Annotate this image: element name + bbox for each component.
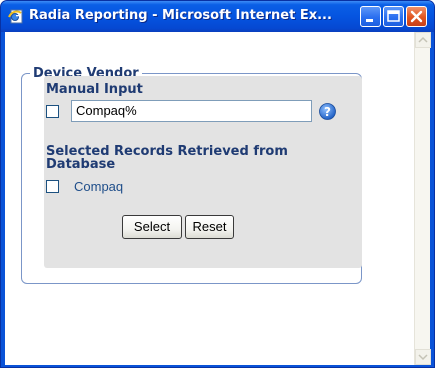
- svg-text:?: ?: [324, 105, 331, 119]
- close-icon: [410, 10, 423, 23]
- browser-client-area: Device Vendor Manual Input Compaq% ? Sel…: [5, 32, 431, 365]
- close-button[interactable]: [406, 6, 427, 27]
- select-button[interactable]: Select: [122, 215, 182, 239]
- ie-page-icon: [7, 7, 25, 25]
- vertical-scrollbar[interactable]: [414, 32, 431, 365]
- manual-input-label: Manual Input: [46, 82, 143, 97]
- chevron-up-icon: [418, 36, 428, 43]
- scroll-up-button[interactable]: [415, 32, 431, 48]
- browser-window: Radia Reporting - Microsoft Internet Ex.…: [0, 0, 435, 368]
- window-title: Radia Reporting - Microsoft Internet Ex.…: [29, 8, 332, 23]
- title-bar[interactable]: Radia Reporting - Microsoft Internet Ex.…: [1, 1, 434, 32]
- record-checkbox-compaq[interactable]: [46, 180, 59, 193]
- manual-input-field[interactable]: Compaq%: [71, 100, 312, 122]
- chevron-down-icon: [418, 354, 428, 361]
- page-content: Device Vendor Manual Input Compaq% ? Sel…: [5, 32, 414, 365]
- help-icon[interactable]: ?: [319, 103, 336, 120]
- reset-button[interactable]: Reset: [185, 215, 234, 239]
- maximize-button[interactable]: [383, 6, 404, 27]
- maximize-icon: [387, 10, 400, 22]
- scroll-down-button[interactable]: [415, 349, 431, 365]
- manual-input-checkbox[interactable]: [46, 105, 59, 118]
- minimize-icon: [366, 19, 373, 22]
- selected-records-label: Selected Records Retrieved from Database: [46, 144, 288, 172]
- record-label-compaq[interactable]: Compaq: [74, 179, 123, 194]
- minimize-button[interactable]: [360, 6, 381, 27]
